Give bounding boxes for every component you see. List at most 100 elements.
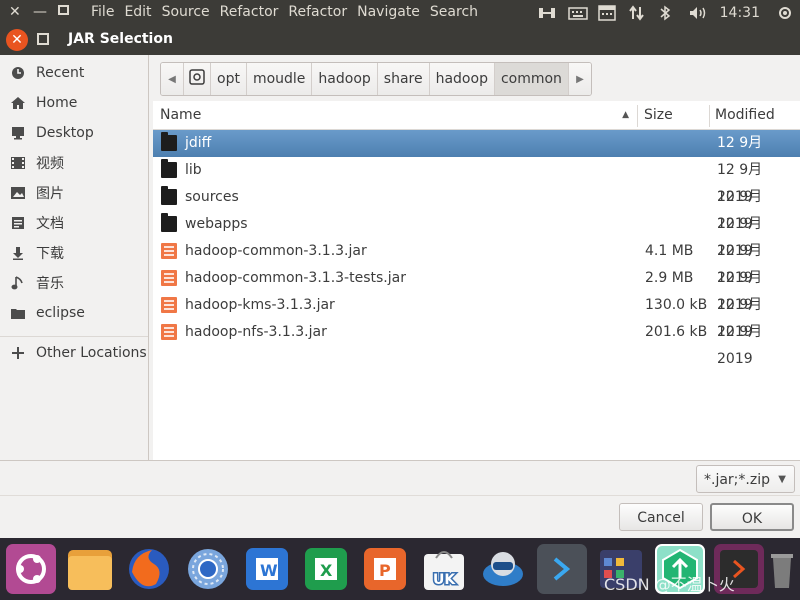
close-dialog-button[interactable]: ✕ [6,29,28,51]
file-row[interactable]: hadoop-common-3.1.3-tests.jar 2.9 MB 12 … [153,265,800,313]
file-size: 2.9 MB [645,270,694,286]
sidebar-item-downloads[interactable]: 下载 [0,238,148,268]
network-transfer-icon[interactable] [628,5,646,21]
file-row[interactable]: hadoop-nfs-3.1.3.jar 201.6 kB 12 9月 2019 [153,319,800,367]
path-segment-hadoop[interactable]: hadoop [312,63,378,95]
download-icon [10,245,26,261]
path-scroll-left-button[interactable]: ◀ [161,63,184,95]
ubuntu-dash-button[interactable] [6,544,56,594]
menu-edit[interactable]: Edit [119,3,156,21]
chevron-down-icon: ▼ [778,474,786,485]
volume-icon[interactable] [688,5,706,21]
sidebar-item-other-locations[interactable]: Other Locations [0,338,148,368]
sidebar-item-music[interactable]: 音乐 [0,268,148,298]
remote-viewer-launcher-button[interactable] [478,544,528,594]
file-row[interactable]: hadoop-common-3.1.3.jar 4.1 MB 12 9月 201… [153,238,800,286]
places-sidebar: Recent Home Desktop 视频 图片 文档 下载 音乐 eclip… [0,55,149,460]
wps-writer-icon: W [246,548,288,590]
sidebar-item-label: 文档 [36,216,64,232]
minimize-window-icon[interactable]: — [33,3,47,21]
file-row[interactable]: sources 12 9月 2019 [153,184,800,232]
sidebar-item-recent[interactable]: Recent [0,58,148,88]
power-gear-icon[interactable] [776,5,794,21]
wps-writer-launcher-button[interactable]: W [242,544,292,594]
path-segment-opt[interactable]: opt [211,63,247,95]
sidebar-item-home[interactable]: Home [0,88,148,118]
path-scroll-right-button[interactable]: ▶ [568,63,591,95]
sidebar-item-videos[interactable]: 视频 [0,148,148,178]
file-row[interactable]: hadoop-kms-3.1.3.jar 130.0 kB 12 9月 2019 [153,292,800,340]
sidebar-item-documents[interactable]: 文档 [0,208,148,238]
column-header-name[interactable]: Name ▲ [153,101,637,129]
file-row[interactable]: webapps 12 9月 2019 [153,211,800,259]
menu-refactor[interactable]: Refactor [215,3,284,21]
menu-search[interactable]: Search [425,3,483,21]
file-list-header: Name ▲ Size Modified [153,101,800,130]
svg-text:UK: UK [433,572,456,588]
top-panel: ✕ — File Edit Source Refactor Refactor N… [0,0,800,25]
menu-navigate[interactable]: Navigate [352,3,425,21]
svg-text:W: W [260,561,278,580]
file-size: 201.6 kB [645,324,708,340]
file-name: hadoop-kms-3.1.3.jar [185,297,335,313]
file-type-filter-value: *.jar;*.zip [704,472,770,488]
menu-refactor-2[interactable]: Refactor [283,3,352,21]
ubuntu-software-launcher-button[interactable]: UK [419,544,469,594]
sidebar-item-label: 视频 [36,156,64,172]
file-type-filter-dropdown[interactable]: *.jar;*.zip ▼ [696,465,795,493]
file-name: hadoop-nfs-3.1.3.jar [185,324,327,340]
path-segment-common[interactable]: common [494,63,569,95]
dialog-button-row: Cancel OK [0,495,800,539]
file-row[interactable]: lib 12 9月 2019 [153,157,800,205]
cancel-button[interactable]: Cancel [619,503,703,531]
wps-presentation-launcher-button[interactable]: P [360,544,410,594]
keyboard-icon[interactable] [567,5,588,21]
sidebar-item-label: 下载 [36,246,64,262]
wps-presentation-icon: P [364,548,406,590]
sidebar-item-label: eclipse [36,305,85,321]
chromium-launcher-button[interactable] [183,544,233,594]
maximize-window-icon[interactable] [58,5,69,15]
files-launcher-button[interactable] [65,544,115,594]
bluetooth-icon[interactable] [658,5,676,21]
file-name: sources [185,189,239,205]
remote-viewer-icon [483,552,523,586]
calendar-icon[interactable] [597,5,616,21]
sidebar-item-desktop[interactable]: Desktop [0,118,148,148]
network-icon[interactable] [538,5,556,21]
file-name: jdiff [185,135,212,151]
music-icon [10,275,26,291]
menu-file[interactable]: File [86,3,119,21]
clock[interactable]: 14:31 [720,5,760,21]
wps-spreadsheet-launcher-button[interactable]: X [301,544,351,594]
root-path-button[interactable] [184,63,211,95]
ok-button[interactable]: OK [710,503,794,531]
plus-icon [10,345,26,361]
column-header-modified[interactable]: Modified [708,101,800,129]
sort-ascending-icon: ▲ [622,110,629,120]
chromium-icon [188,549,228,589]
file-name: hadoop-common-3.1.3-tests.jar [185,270,406,286]
column-header-size-label: Size [644,107,673,123]
folder-icon [161,159,177,178]
file-row[interactable]: jdiff 12 9月 2019 [153,130,800,178]
folder-icon [10,305,26,321]
dialog-title: JAR Selection [68,31,173,47]
path-segment-share[interactable]: share [377,63,430,95]
terminal-app-launcher-button[interactable] [537,544,587,594]
sidebar-item-label: Home [36,95,78,111]
path-segment-hadoop-2[interactable]: hadoop [429,63,495,95]
sidebar-item-pictures[interactable]: 图片 [0,178,148,208]
close-window-icon[interactable]: ✕ [9,3,21,21]
path-segment-moudle[interactable]: moudle [246,63,313,95]
sidebar-item-eclipse[interactable]: eclipse [0,298,148,328]
menu-source[interactable]: Source [157,3,215,21]
column-header-modified-label: Modified [715,107,775,123]
firefox-launcher-button[interactable] [124,544,174,594]
file-name: lib [185,162,202,178]
column-header-size[interactable]: Size [637,101,709,129]
trash-launcher-button[interactable] [767,544,797,594]
app-menu-bar: File Edit Source Refactor Refactor Navig… [86,3,483,21]
document-icon [10,215,26,231]
maximize-dialog-button[interactable] [37,33,49,45]
